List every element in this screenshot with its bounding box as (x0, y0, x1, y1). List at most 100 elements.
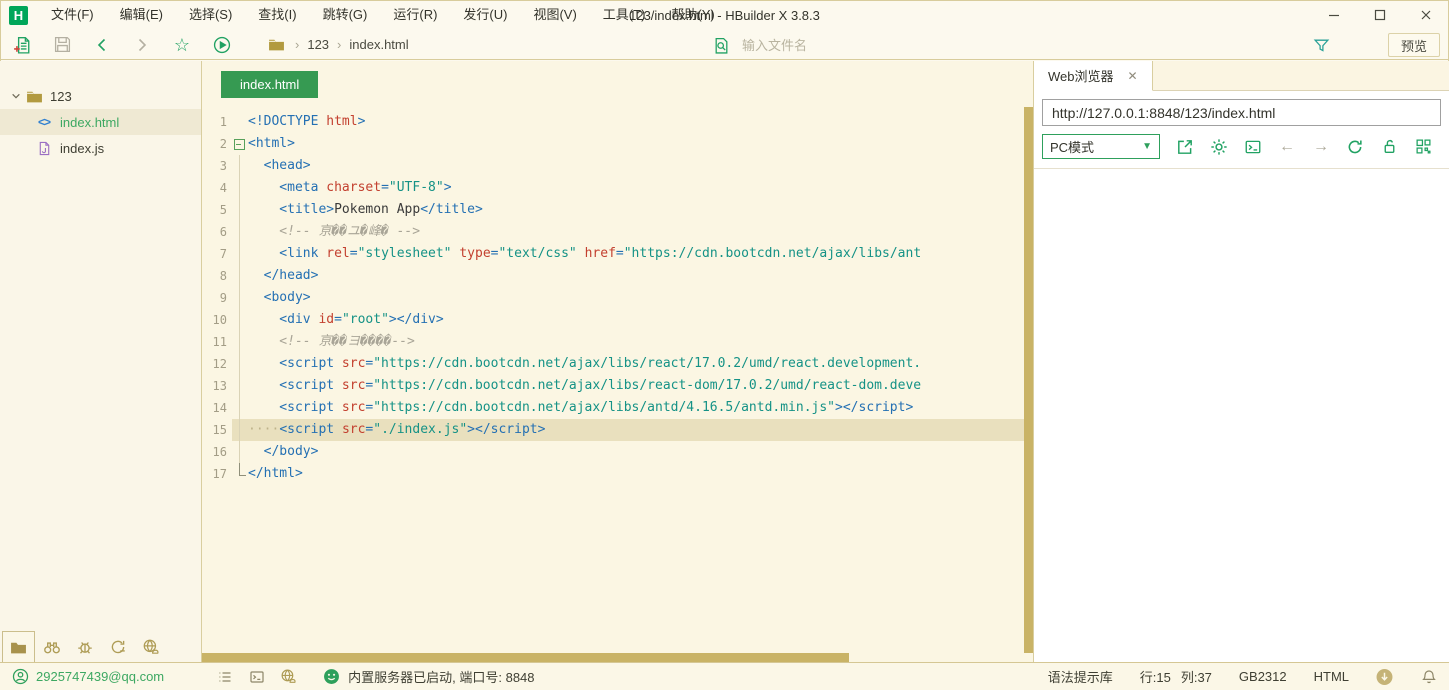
open-external-icon[interactable] (1176, 138, 1194, 156)
forward-arrow-icon[interactable]: → (1312, 138, 1330, 156)
code-line-5[interactable]: 5 <title>Pokemon App</title> (202, 199, 1024, 221)
run-icon[interactable] (213, 36, 231, 54)
code-line-14[interactable]: 14 <script src="https://cdn.bootcdn.net/… (202, 397, 1024, 419)
close-tab-icon[interactable]: ✕ (1128, 69, 1138, 83)
file-search (712, 30, 1040, 60)
fold-guide (232, 243, 248, 265)
minimize-icon[interactable] (1311, 0, 1357, 30)
status-bar: 2925747439@qq.com (0, 662, 1449, 690)
mode-select[interactable]: PC模式 ▼ (1042, 134, 1160, 159)
encoding-label[interactable]: GB2312 (1239, 669, 1287, 684)
code-line-11[interactable]: 11 <!-- 亰��ヨ����--> (202, 331, 1024, 353)
cursor-col: 列:37 (1181, 667, 1212, 686)
horizontal-scrollbar[interactable] (202, 653, 1024, 662)
fold-guide (232, 353, 248, 375)
code-line-8[interactable]: 8 </head> (202, 265, 1024, 287)
filetype-label[interactable]: HTML (1314, 669, 1349, 684)
unlock-icon[interactable] (1380, 138, 1398, 156)
menu-item[interactable]: 编辑(E) (107, 0, 176, 30)
code-line-17[interactable]: 17</html> (202, 463, 1024, 485)
search-input[interactable] (740, 37, 1040, 54)
gear-icon[interactable] (1210, 138, 1228, 156)
code-line-1[interactable]: 1<!DOCTYPE html> (202, 111, 1024, 133)
line-number: 3 (202, 155, 232, 177)
browser-tab-label: Web浏览器 (1048, 66, 1114, 85)
account-email[interactable]: 2925747439@qq.com (36, 669, 164, 684)
menu-item[interactable]: 运行(R) (380, 0, 450, 30)
new-file-icon[interactable] (13, 36, 31, 54)
star-icon[interactable]: ☆ (173, 36, 191, 54)
cursor-position[interactable]: 行:15 列:37 (1140, 667, 1212, 686)
console-icon[interactable] (248, 668, 265, 685)
code-line-3[interactable]: 3 <head> (202, 155, 1024, 177)
chevron-down-icon: ▼ (1142, 141, 1152, 152)
menu-item[interactable]: 视图(V) (520, 0, 589, 30)
code-line-15[interactable]: 15····<script src="./index.js"></script> (202, 419, 1024, 441)
menu-item[interactable]: 选择(S) (176, 0, 245, 30)
code-line-12[interactable]: 12 <script src="https://cdn.bootcdn.net/… (202, 353, 1024, 375)
sync-icon[interactable] (101, 631, 134, 662)
preview-button[interactable]: 预览 (1388, 33, 1440, 57)
bell-icon[interactable] (1420, 668, 1437, 685)
refresh-icon[interactable] (1346, 138, 1364, 156)
tree-item-index.js[interactable]: index.js (0, 135, 201, 161)
fold-guide (232, 265, 248, 287)
browser-tab[interactable]: Web浏览器 ✕ (1034, 61, 1153, 91)
code-line-4[interactable]: 4 <meta charset="UTF-8"> (202, 177, 1024, 199)
bug-icon[interactable] (68, 631, 101, 662)
line-number: 2 (202, 133, 232, 155)
folder-tab-icon[interactable] (2, 631, 35, 662)
menu-item[interactable]: 文件(F) (38, 0, 107, 30)
code-line-9[interactable]: 9 <body> (202, 287, 1024, 309)
menu-item[interactable]: 查找(I) (245, 0, 309, 30)
qrcode-icon[interactable] (1414, 138, 1432, 156)
browser-toolbar: PC模式 ▼ (1034, 132, 1449, 169)
url-input[interactable] (1042, 99, 1441, 126)
file-search-icon (712, 36, 730, 54)
scrollbar-thumb[interactable] (202, 653, 849, 662)
code-text: <div id="root"></div> (248, 309, 1024, 331)
code-text: <meta charset="UTF-8"> (248, 177, 1024, 199)
back-icon[interactable] (93, 36, 111, 54)
code-line-16[interactable]: 16 </body> (202, 441, 1024, 463)
line-number: 17 (202, 463, 232, 485)
breadcrumb-file[interactable]: index.html (349, 37, 408, 52)
server-status: 内置服务器已启动, 端口号: 8848 (323, 667, 534, 686)
url-row (1034, 91, 1449, 132)
menu-item[interactable]: 跳转(G) (310, 0, 381, 30)
code-line-6[interactable]: 6 <!-- 亰��ユ�峰� --> (202, 221, 1024, 243)
filter-icon[interactable] (1312, 36, 1330, 54)
code-line-13[interactable]: 13 <script src="https://cdn.bootcdn.net/… (202, 375, 1024, 397)
forward-icon[interactable] (133, 36, 151, 54)
maximize-icon[interactable] (1357, 0, 1403, 30)
code-editor: index.html 1<!DOCTYPE html>2<html>3 <hea… (202, 61, 1033, 662)
fold-guide (232, 111, 248, 133)
terminal-icon[interactable] (1244, 138, 1262, 156)
code-area[interactable]: 1<!DOCTYPE html>2<html>3 <head>4 <meta c… (202, 107, 1024, 653)
download-icon[interactable] (1376, 668, 1393, 685)
code-line-7[interactable]: 7 <link rel="stylesheet" type="text/css"… (202, 243, 1024, 265)
fold-guide (232, 199, 248, 221)
binoculars-icon[interactable] (35, 631, 68, 662)
account-icon[interactable] (12, 668, 29, 685)
save-icon[interactable] (53, 36, 71, 54)
editor-tab[interactable]: index.html (221, 71, 318, 98)
tree-item-123[interactable]: 123 (0, 83, 201, 109)
code-line-10[interactable]: 10 <div id="root"></div> (202, 309, 1024, 331)
line-number: 11 (202, 331, 232, 353)
globe-cloud-icon[interactable] (134, 631, 167, 662)
chevron-down-icon[interactable] (8, 91, 24, 101)
syntax-lib-label[interactable]: 语法提示库 (1048, 667, 1113, 686)
back-arrow-icon[interactable]: ← (1278, 138, 1296, 156)
breadcrumb-folder[interactable]: 123 (307, 37, 329, 52)
vertical-scrollbar[interactable] (1024, 107, 1033, 653)
list-icon[interactable] (216, 668, 233, 685)
folder-icon (267, 36, 285, 54)
network-icon[interactable] (280, 668, 297, 685)
fold-collapse-icon[interactable] (232, 133, 248, 155)
sidebar-tab-strip (0, 631, 201, 662)
code-line-2[interactable]: 2<html> (202, 133, 1024, 155)
close-icon[interactable] (1403, 0, 1449, 30)
tree-item-index.html[interactable]: <>index.html (0, 109, 201, 135)
menu-item[interactable]: 发行(U) (450, 0, 520, 30)
